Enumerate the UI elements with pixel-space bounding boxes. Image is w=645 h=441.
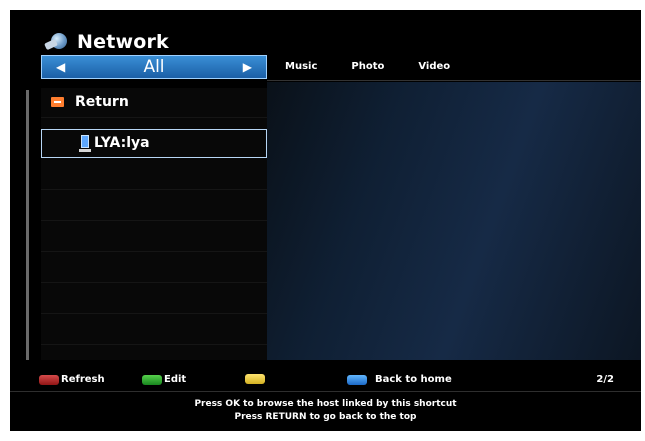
yellow-key-icon: [245, 374, 265, 384]
list-item-label: LYA:lya: [94, 135, 150, 151]
file-list: Return LYA:lya: [41, 88, 267, 360]
footer-bar: Refresh Edit Back to home 2/2: [10, 372, 641, 388]
return-icon: [51, 97, 64, 107]
scrollbar-track[interactable]: [26, 90, 29, 360]
list-item-host[interactable]: LYA:lya: [41, 129, 267, 158]
top-divider: [267, 80, 641, 81]
edit-label: Edit: [164, 374, 187, 385]
red-key-icon: [39, 374, 59, 385]
category-selector[interactable]: ◀ All ▶: [41, 55, 267, 79]
hint-text-secondary: Press RETURN to go back to the top: [234, 412, 417, 422]
refresh-label: Refresh: [61, 374, 105, 385]
blue-key-icon: [347, 374, 367, 385]
empty-row: [41, 191, 267, 221]
category-tabs: Music Photo Video: [285, 61, 484, 72]
hint-text-primary: Press OK to browse the host linked by th…: [194, 399, 457, 409]
page-indicator: 2/2: [596, 374, 614, 385]
back-to-home-button[interactable]: Back to home: [347, 374, 452, 385]
refresh-button[interactable]: Refresh: [39, 374, 105, 385]
yellow-button[interactable]: [245, 374, 267, 384]
host-icon: [79, 135, 91, 152]
right-arrow-icon[interactable]: ▶: [243, 60, 252, 74]
list-item-return[interactable]: Return: [41, 88, 267, 118]
tab-video[interactable]: Video: [418, 61, 450, 72]
empty-row: [41, 222, 267, 252]
footer-divider: [10, 391, 641, 392]
tab-music[interactable]: Music: [285, 61, 317, 72]
green-key-icon: [142, 374, 162, 385]
tab-photo[interactable]: Photo: [351, 61, 384, 72]
media-browser-screen: Network ◀ All ▶ Music Photo Video Return…: [10, 10, 641, 431]
network-logo-icon: [44, 31, 71, 53]
preview-panel: [267, 82, 641, 360]
list-item-label: Return: [75, 94, 129, 110]
edit-button[interactable]: Edit: [142, 374, 186, 385]
empty-row: [41, 315, 267, 345]
header: Network: [44, 28, 169, 56]
category-label: All: [143, 57, 165, 77]
back-to-home-label: Back to home: [375, 374, 452, 385]
empty-row: [41, 284, 267, 314]
page-title: Network: [77, 31, 169, 53]
empty-row: [41, 160, 267, 190]
empty-row: [41, 253, 267, 283]
